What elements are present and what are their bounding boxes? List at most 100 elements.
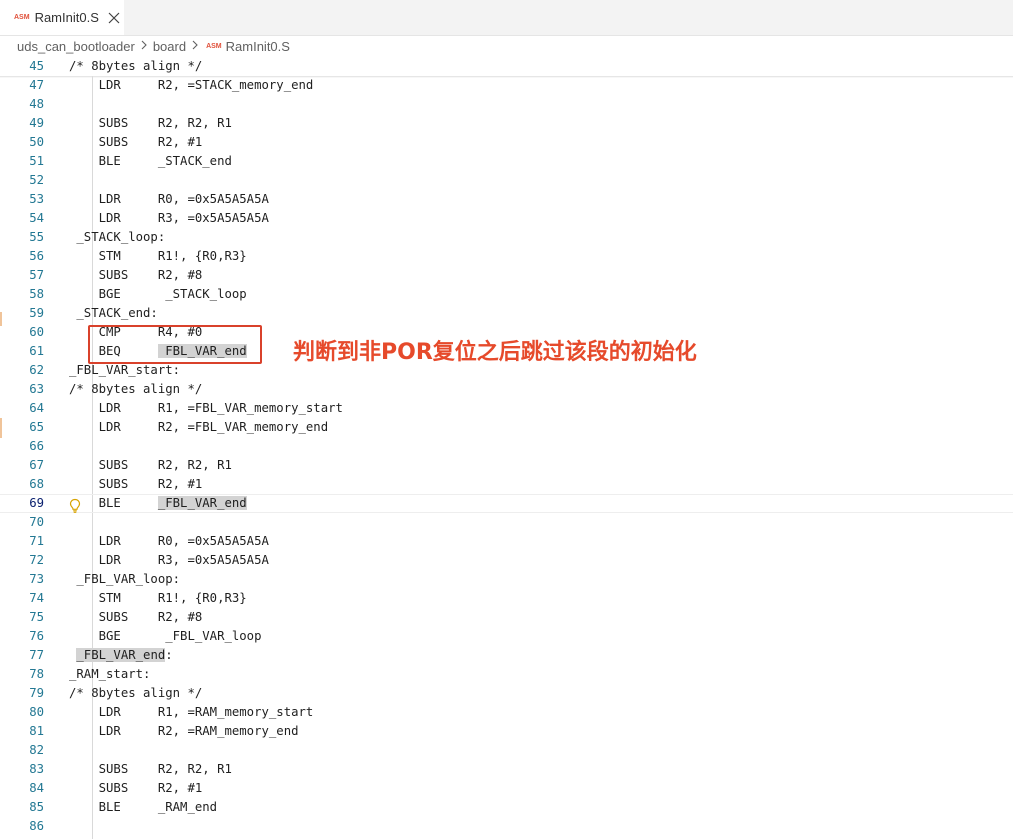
code-line[interactable]: 49 SUBS R2, R2, R1 bbox=[0, 114, 1013, 133]
code-line[interactable]: 79 /* 8bytes align */ bbox=[0, 684, 1013, 703]
code-line[interactable]: 73 _FBL_VAR_loop: bbox=[0, 570, 1013, 589]
line-number: 73 bbox=[29, 572, 44, 586]
line-number: 60 bbox=[29, 325, 44, 339]
line-number: 86 bbox=[29, 819, 44, 833]
code-text: BLE _FBL_VAR_end bbox=[69, 495, 247, 512]
line-number: 51 bbox=[29, 154, 44, 168]
line-number: 71 bbox=[29, 534, 44, 548]
line-number: 53 bbox=[29, 192, 44, 206]
line-number: 56 bbox=[29, 249, 44, 263]
line-number: 52 bbox=[29, 173, 44, 187]
code-text: LDR R1, =FBL_VAR_memory_start bbox=[69, 401, 343, 415]
breadcrumb-item-project[interactable]: uds_can_bootloader bbox=[17, 39, 135, 54]
code-text: LDR R2, =FBL_VAR_memory_end bbox=[69, 420, 329, 434]
code-line[interactable]: 78 _RAM_start: bbox=[0, 665, 1013, 684]
code-line[interactable]: 76 BGE _FBL_VAR_loop bbox=[0, 627, 1013, 646]
code-line[interactable]: 69 BLE _FBL_VAR_end bbox=[0, 494, 1013, 513]
code-line[interactable]: 72 LDR R3, =0x5A5A5A5A bbox=[0, 551, 1013, 570]
code-line[interactable]: 59 _STACK_end: bbox=[0, 304, 1013, 323]
line-number: 64 bbox=[29, 401, 44, 415]
code-line[interactable]: 75 SUBS R2, #8 bbox=[0, 608, 1013, 627]
code-line[interactable]: 66 bbox=[0, 437, 1013, 456]
breadcrumb-item-folder[interactable]: board bbox=[153, 39, 186, 54]
code-line[interactable]: 81 LDR R2, =RAM_memory_end bbox=[0, 722, 1013, 741]
code-line[interactable]: 80 LDR R1, =RAM_memory_start bbox=[0, 703, 1013, 722]
code-text: SUBS R2, #1 bbox=[69, 781, 203, 795]
code-line[interactable]: 63 /* 8bytes align */ bbox=[0, 380, 1013, 399]
line-number: 62 bbox=[29, 363, 44, 377]
line-number: 57 bbox=[29, 268, 44, 282]
line-number: 82 bbox=[29, 743, 44, 757]
scroll-shadow bbox=[0, 76, 1013, 78]
code-line[interactable]: 50 SUBS R2, #1 bbox=[0, 133, 1013, 152]
code-line[interactable]: 52 bbox=[0, 171, 1013, 190]
line-number: 75 bbox=[29, 610, 44, 624]
code-line[interactable]: 71 LDR R0, =0x5A5A5A5A bbox=[0, 532, 1013, 551]
code-text-post: : bbox=[165, 648, 173, 662]
code-line[interactable]: 74 STM R1!, {R0,R3} bbox=[0, 589, 1013, 608]
code-text: _FBL_VAR_end: bbox=[69, 646, 173, 665]
code-line[interactable]: 54 LDR R3, =0x5A5A5A5A bbox=[0, 209, 1013, 228]
line-number: 48 bbox=[29, 97, 44, 111]
code-text: LDR R3, =0x5A5A5A5A bbox=[69, 553, 269, 567]
code-text: SUBS R2, R2, R1 bbox=[69, 116, 232, 130]
breadcrumb-item-file[interactable]: RamInit0.S bbox=[226, 39, 290, 54]
line-number: 63 bbox=[29, 382, 44, 396]
code-line[interactable]: 47 LDR R2, =STACK_memory_end bbox=[0, 76, 1013, 95]
code-text: BLE _RAM_end bbox=[69, 800, 218, 814]
code-text: SUBS R2, #8 bbox=[69, 610, 203, 624]
line-number: 74 bbox=[29, 591, 44, 605]
lightbulb-icon[interactable] bbox=[68, 498, 82, 514]
code-text: SUBS R2, #8 bbox=[69, 268, 203, 282]
code-text: LDR R1, =RAM_memory_start bbox=[69, 705, 314, 719]
asm-file-icon: ASM bbox=[14, 14, 30, 21]
line-number: 80 bbox=[29, 705, 44, 719]
line-number: 72 bbox=[29, 553, 44, 567]
code-line[interactable]: 70 bbox=[0, 513, 1013, 532]
code-line[interactable]: 77 _FBL_VAR_end: bbox=[0, 646, 1013, 665]
line-number: 70 bbox=[29, 515, 44, 529]
line-number: 78 bbox=[29, 667, 44, 681]
code-line[interactable]: 64 LDR R1, =FBL_VAR_memory_start bbox=[0, 399, 1013, 418]
close-icon[interactable] bbox=[107, 11, 121, 25]
code-editor[interactable]: 45 /* 8bytes align */ 47 LDR R2, =STACK_me… bbox=[0, 57, 1013, 839]
code-line[interactable]: 51 BLE _STACK_end bbox=[0, 152, 1013, 171]
line-number: 69 bbox=[29, 496, 44, 510]
change-marker bbox=[0, 418, 2, 438]
code-text: _RAM_start: bbox=[69, 667, 151, 681]
code-line[interactable]: 83 SUBS R2, R2, R1 bbox=[0, 760, 1013, 779]
change-marker bbox=[0, 312, 2, 326]
code-line[interactable]: 53 LDR R0, =0x5A5A5A5A bbox=[0, 190, 1013, 209]
code-line[interactable]: 84 SUBS R2, #1 bbox=[0, 779, 1013, 798]
code-line[interactable]: 85 BLE _RAM_end bbox=[0, 798, 1013, 817]
asm-file-icon: ASM bbox=[206, 42, 222, 50]
symbol-highlight: _FBL_VAR_end bbox=[157, 496, 247, 510]
line-number: 81 bbox=[29, 724, 44, 738]
code-line[interactable]: 82 bbox=[0, 741, 1013, 760]
tab-raminit0-s[interactable]: ASM RamInit0.S bbox=[0, 0, 124, 35]
code-line[interactable]: 58 BGE _STACK_loop bbox=[0, 285, 1013, 304]
code-line[interactable]: 68 SUBS R2, #1 bbox=[0, 475, 1013, 494]
code-text: BLE _STACK_end bbox=[69, 154, 232, 168]
code-text: LDR R0, =0x5A5A5A5A bbox=[69, 192, 269, 206]
code-line[interactable]: 57 SUBS R2, #8 bbox=[0, 266, 1013, 285]
code-text: SUBS R2, R2, R1 bbox=[69, 458, 232, 472]
editor-tab-bar: ASM RamInit0.S bbox=[0, 0, 1013, 36]
code-line[interactable]: 45 /* 8bytes align */ bbox=[0, 57, 1013, 76]
line-number: 55 bbox=[29, 230, 44, 244]
highlight-box bbox=[88, 325, 262, 364]
code-line[interactable]: 65 LDR R2, =FBL_VAR_memory_end bbox=[0, 418, 1013, 437]
code-line[interactable]: 86 bbox=[0, 817, 1013, 836]
code-line[interactable]: 56 STM R1!, {R0,R3} bbox=[0, 247, 1013, 266]
line-number: 50 bbox=[29, 135, 44, 149]
code-line[interactable]: 48 bbox=[0, 95, 1013, 114]
code-text: /* 8bytes align */ bbox=[69, 59, 203, 73]
code-text: SUBS R2, #1 bbox=[69, 477, 203, 491]
line-number: 58 bbox=[29, 287, 44, 301]
code-text: SUBS R2, R2, R1 bbox=[69, 762, 232, 776]
line-number: 85 bbox=[29, 800, 44, 814]
code-line[interactable]: 55 _STACK_loop: bbox=[0, 228, 1013, 247]
code-line[interactable]: 67 SUBS R2, R2, R1 bbox=[0, 456, 1013, 475]
code-text-pre: BLE bbox=[69, 496, 158, 510]
code-text: STM R1!, {R0,R3} bbox=[69, 249, 247, 263]
